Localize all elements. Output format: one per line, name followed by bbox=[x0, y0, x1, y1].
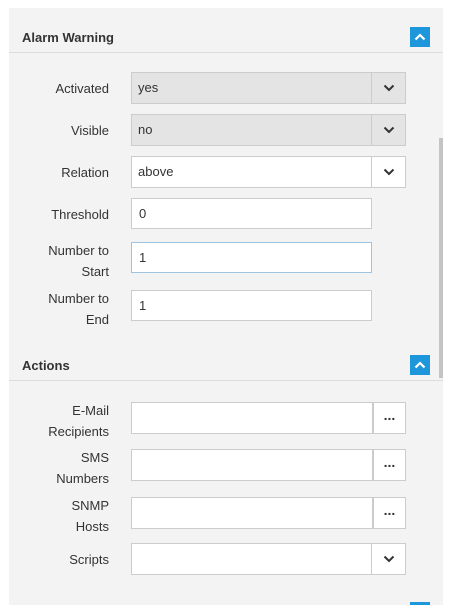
relation-select[interactable]: above bbox=[131, 156, 406, 188]
snmp-hosts-picker-button[interactable]: ... bbox=[373, 497, 406, 529]
email-recipients-field[interactable] bbox=[131, 402, 373, 434]
email-recipients-picker-button[interactable]: ... bbox=[373, 402, 406, 434]
scripts-label: Scripts bbox=[69, 552, 109, 567]
chevron-up-icon bbox=[414, 33, 426, 41]
chevron-down-icon bbox=[383, 555, 394, 563]
email-recipients-label: E-Mail Recipients bbox=[9, 400, 109, 442]
sms-numbers-label: SMS Numbers bbox=[9, 447, 109, 489]
email-recipients-label-line1: E-Mail bbox=[72, 403, 109, 418]
alarm-warning-header: Alarm Warning bbox=[9, 8, 443, 53]
relation-value: above bbox=[138, 164, 174, 179]
threshold-input[interactable]: 0 bbox=[131, 198, 372, 229]
actions-collapse-button[interactable] bbox=[410, 355, 430, 375]
activated-value: yes bbox=[138, 80, 159, 95]
ellipsis-icon: ... bbox=[383, 407, 396, 423]
activated-label: Activated bbox=[55, 81, 109, 96]
scripts-dropdown-toggle[interactable] bbox=[371, 544, 405, 574]
chevron-down-icon bbox=[383, 126, 394, 134]
sms-numbers-label-line2: Numbers bbox=[56, 471, 109, 486]
snmp-hosts-label-line2: Hosts bbox=[75, 519, 109, 534]
relation-dropdown-toggle[interactable] bbox=[371, 157, 405, 187]
alarm-warning-title: Alarm Warning bbox=[22, 30, 114, 45]
visible-dropdown-toggle[interactable] bbox=[371, 115, 405, 145]
number-to-start-label-line1: Number to bbox=[48, 243, 109, 258]
alarm-warning-collapse-button[interactable] bbox=[410, 27, 430, 47]
relation-label: Relation bbox=[61, 165, 109, 180]
actions-title: Actions bbox=[22, 358, 70, 373]
visible-select[interactable]: no bbox=[131, 114, 406, 146]
activated-select[interactable]: yes bbox=[131, 72, 406, 104]
number-to-end-label: Number to End bbox=[9, 288, 109, 330]
visible-value: no bbox=[138, 122, 153, 137]
activated-dropdown-toggle[interactable] bbox=[371, 73, 405, 103]
ellipsis-icon: ... bbox=[383, 502, 396, 518]
snmp-hosts-label: SNMP Hosts bbox=[9, 495, 109, 537]
snmp-hosts-label-line1: SNMP bbox=[71, 498, 109, 513]
actions-header: Actions bbox=[9, 336, 443, 381]
chevron-down-icon bbox=[383, 84, 394, 92]
vertical-scrollbar[interactable] bbox=[439, 138, 443, 378]
number-to-start-input[interactable]: 1 bbox=[131, 242, 372, 273]
sms-numbers-field[interactable] bbox=[131, 449, 373, 481]
email-recipients-label-line2: Recipients bbox=[48, 424, 109, 439]
number-to-end-label-line1: Number to bbox=[48, 291, 109, 306]
settings-panel: Alarm Warning Activated yes Visible no R… bbox=[9, 8, 443, 605]
number-to-start-label-line2: Start bbox=[81, 264, 109, 279]
number-to-start-label: Number to Start bbox=[9, 240, 109, 282]
sms-numbers-label-line1: SMS bbox=[80, 450, 109, 465]
number-to-end-label-line2: End bbox=[85, 312, 109, 327]
visible-label: Visible bbox=[70, 123, 109, 138]
scripts-select[interactable] bbox=[131, 543, 406, 575]
threshold-label: Threshold bbox=[51, 207, 109, 222]
snmp-hosts-field[interactable] bbox=[131, 497, 373, 529]
chevron-down-icon bbox=[383, 168, 394, 176]
ellipsis-icon: ... bbox=[383, 454, 396, 470]
chevron-up-icon bbox=[414, 361, 426, 369]
sms-numbers-picker-button[interactable]: ... bbox=[373, 449, 406, 481]
number-to-end-input[interactable]: 1 bbox=[131, 290, 372, 321]
